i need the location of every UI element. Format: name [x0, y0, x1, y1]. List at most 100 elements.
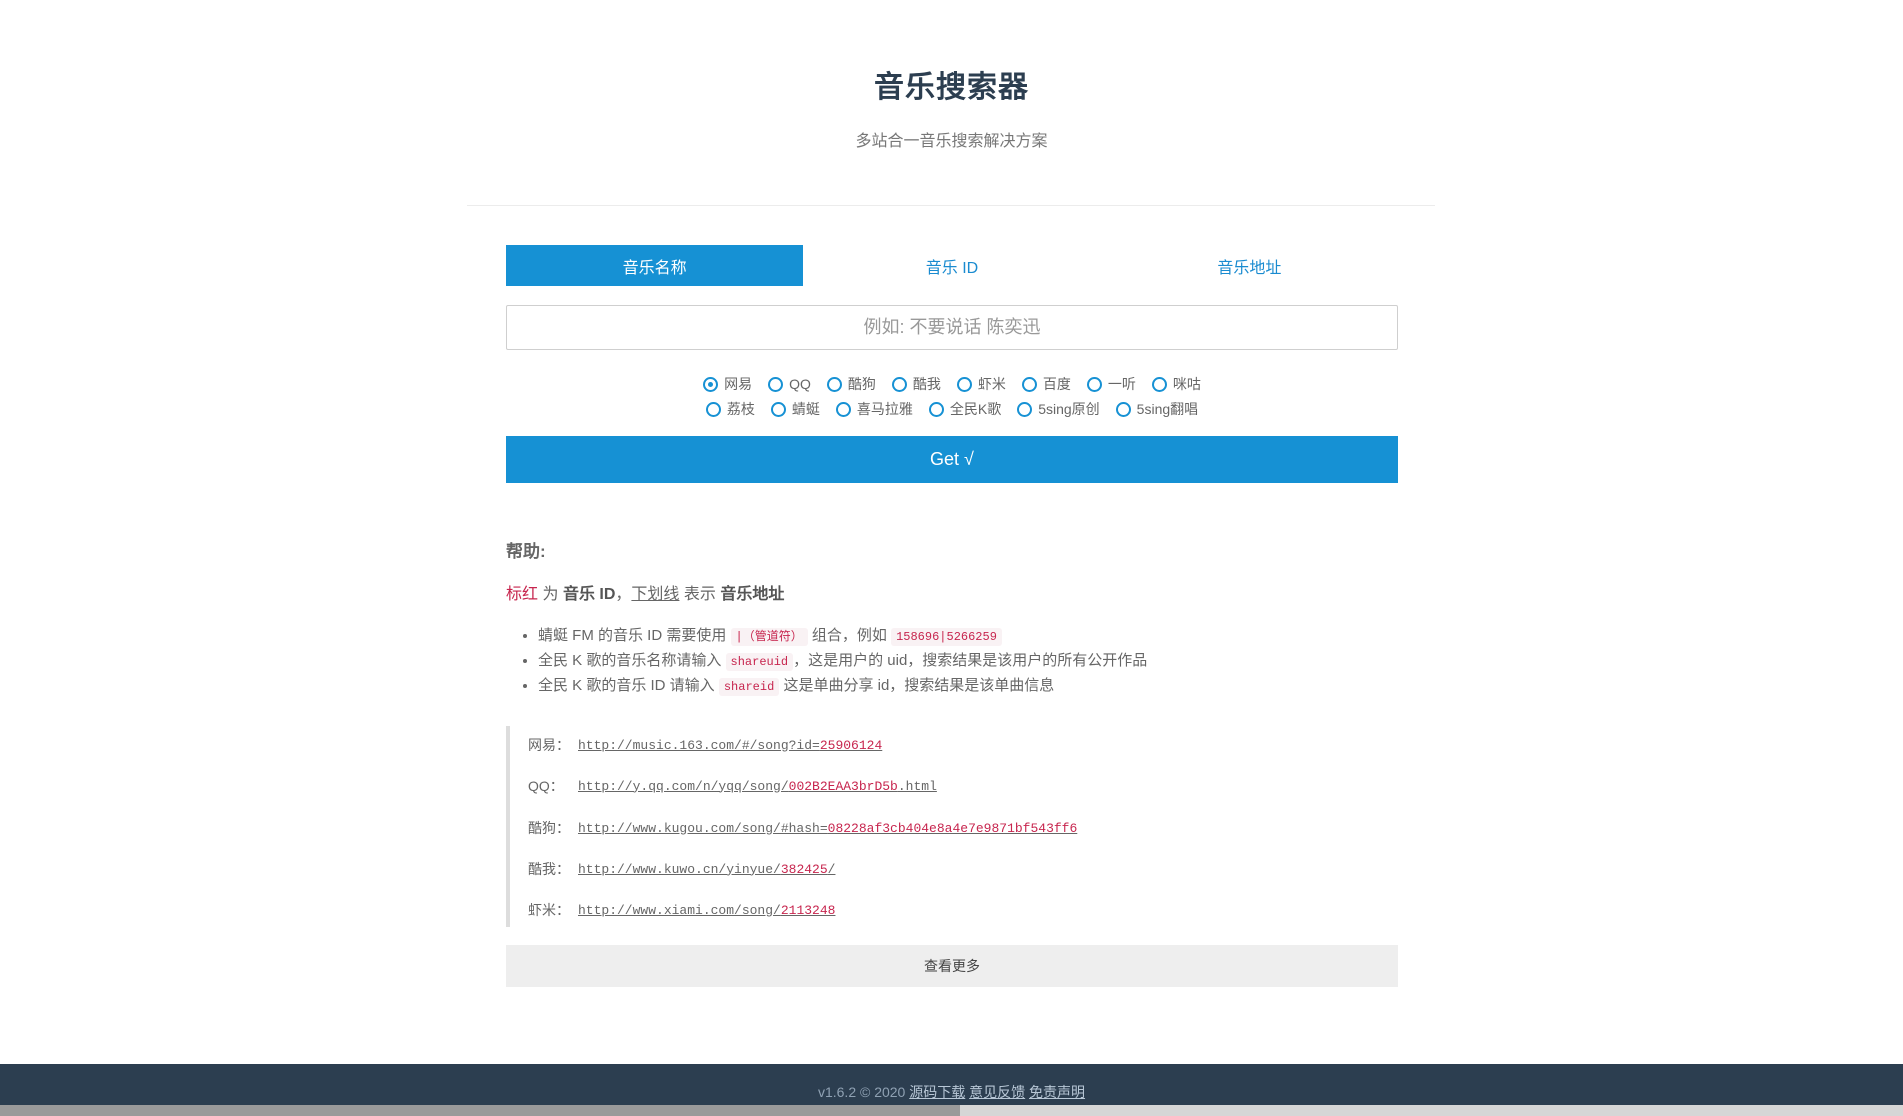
radio-kugou[interactable]: 酷狗: [826, 374, 876, 394]
example-link-netease[interactable]: http://music.163.com/#/song?id=25906124: [578, 738, 882, 753]
footer-feedback-link[interactable]: 意见反馈: [969, 1084, 1025, 1100]
radio-circle: [705, 401, 721, 417]
radio-kuwo[interactable]: 酷我: [891, 374, 941, 394]
footer-version: v1.6.2 © 2020: [817, 1084, 906, 1100]
help-sep: ，: [615, 586, 632, 603]
example-url-prefix: http://www.xiami.com/song/: [578, 902, 781, 918]
tip-text: 这是单曲分享 id，搜索结果是该单曲信息: [783, 677, 1055, 694]
view-more-button[interactable]: 查看更多: [506, 945, 1398, 987]
example-urls-quote: 网易： http://music.163.com/#/song?id=25906…: [506, 726, 1398, 927]
example-label: QQ：: [528, 778, 564, 794]
source-radio-row-2: 荔枝 蜻蜓 喜马拉雅 全民K歌 5sing原创 5sing翻唱: [506, 399, 1398, 419]
example-link-kuwo[interactable]: http://www.kuwo.cn/yinyue/382425/: [578, 862, 835, 877]
radio-label: 喜马拉雅: [856, 401, 913, 417]
radio-1ting[interactable]: 一听: [1086, 374, 1136, 394]
radio-circle: [1017, 401, 1033, 417]
help-underline-word: 下划线: [631, 586, 680, 603]
radio-circle: [891, 376, 907, 392]
radio-label: 荔枝: [726, 401, 755, 417]
radio-circle: [826, 376, 842, 392]
page-subtitle: 多站合一音乐搜索解决方案: [855, 133, 1048, 150]
tip-text: 蜻蜓 FM 的音乐 ID 需要使用: [538, 627, 727, 644]
example-link-xiami[interactable]: http://www.xiami.com/song/2113248: [578, 903, 835, 918]
radio-label: 虾米: [977, 376, 1006, 392]
radio-kg[interactable]: 全民K歌: [928, 399, 1002, 419]
search-box: [506, 305, 1398, 350]
footer-text: v1.6.2 © 2020 源码下载 意见反馈 免责声明: [0, 1082, 1903, 1102]
example-row: 虾米： http://www.xiami.com/song/2113248: [528, 900, 835, 920]
radio-5sing-original[interactable]: 5sing原创: [1017, 399, 1100, 419]
example-url-prefix: http://www.kuwo.cn/yinyue/: [578, 861, 781, 877]
help-means: 表示: [683, 586, 716, 603]
radio-label: QQ: [789, 376, 811, 392]
tab-music-url[interactable]: 音乐地址: [1101, 245, 1398, 286]
example-row: QQ： http://y.qq.com/n/yqq/song/002B2EAA3…: [528, 776, 937, 796]
radio-circle: [768, 376, 784, 392]
radio-circle: [1086, 376, 1102, 392]
radio-label: 酷我: [912, 376, 941, 392]
radio-xiami[interactable]: 虾米: [956, 374, 1006, 394]
radio-circle: [1021, 376, 1037, 392]
example-row: 酷我： http://www.kuwo.cn/yinyue/382425/: [528, 859, 835, 879]
radio-5sing-cover[interactable]: 5sing翻唱: [1115, 399, 1199, 419]
search-mode-tabs: 音乐名称 音乐 ID 音乐地址: [506, 245, 1398, 286]
radio-circle: [1115, 401, 1131, 417]
example-url-suffix: /: [827, 861, 836, 877]
example-label: 酷狗：: [528, 820, 570, 836]
page-title: 音乐搜索器: [874, 71, 1029, 104]
example-url-id: 08228af3cb404e8a4e7e9871bf543ff6: [827, 820, 1078, 836]
example-url-suffix: .html: [897, 778, 937, 794]
help-is: 为: [542, 586, 559, 603]
tip-code: |（管道符）: [730, 628, 808, 646]
help-tip: 全民 K 歌的音乐名称请输入 shareuid，这是用户的 uid，搜索结果是该…: [538, 648, 1147, 673]
radio-label: 酷狗: [847, 376, 876, 392]
radio-label: 全民K歌: [949, 401, 1002, 417]
radio-circle: [770, 401, 786, 417]
tip-code: 158696|5266259: [891, 628, 1002, 646]
example-url-id: 382425: [780, 861, 828, 877]
radio-circle: [928, 401, 944, 417]
radio-baidu[interactable]: 百度: [1021, 374, 1071, 394]
radio-migu[interactable]: 咪咕: [1151, 374, 1201, 394]
example-row: 网易： http://music.163.com/#/song?id=25906…: [528, 735, 882, 755]
radio-qingting[interactable]: 蜻蜓: [770, 399, 820, 419]
get-button[interactable]: Get √: [506, 436, 1398, 483]
tip-code: shareid: [718, 678, 780, 696]
example-link-kugou[interactable]: http://www.kugou.com/song/#hash=08228af3…: [578, 821, 1077, 836]
radio-circle: [835, 401, 851, 417]
header-divider: [467, 205, 1435, 206]
radio-circle: [1151, 376, 1167, 392]
radio-lizhi[interactable]: 荔枝: [705, 399, 755, 419]
radio-netease[interactable]: 网易: [703, 374, 752, 394]
help-music-id: 音乐 ID: [562, 586, 616, 603]
horizontal-scrollbar-thumb[interactable]: [0, 1105, 960, 1116]
example-label: 网易：: [528, 737, 570, 753]
example-url-prefix: http://y.qq.com/n/yqq/song/: [578, 778, 789, 794]
example-url-prefix: http://music.163.com/#/song?id=: [578, 737, 820, 753]
search-input[interactable]: [507, 305, 1397, 350]
radio-label: 5sing翻唱: [1136, 401, 1199, 417]
tab-music-name[interactable]: 音乐名称: [506, 245, 804, 286]
example-label: 酷我：: [528, 861, 570, 877]
example-url-id: 2113248: [780, 902, 836, 918]
radio-ximalaya[interactable]: 喜马拉雅: [835, 399, 913, 419]
example-url-prefix: http://www.kugou.com/song/#hash=: [578, 820, 828, 836]
radio-circle: [703, 376, 719, 392]
radio-label: 一听: [1107, 376, 1136, 392]
tip-text: 组合，例如: [811, 627, 887, 644]
tip-text: 全民 K 歌的音乐 ID 请输入: [538, 677, 715, 694]
footer-source-link[interactable]: 源码下载: [909, 1084, 965, 1100]
radio-label: 网易: [724, 376, 753, 392]
example-url-id: 25906124: [819, 737, 883, 753]
radio-circle: [956, 376, 972, 392]
radio-qq[interactable]: QQ: [768, 374, 811, 394]
help-red-word: 标红: [506, 586, 539, 603]
radio-label: 百度: [1042, 376, 1071, 392]
example-row: 酷狗： http://www.kugou.com/song/#hash=0822…: [528, 818, 1077, 838]
help-tip: 全民 K 歌的音乐 ID 请输入 shareid 这是单曲分享 id，搜索结果是…: [538, 673, 1147, 698]
footer-disclaimer-link[interactable]: 免责声明: [1029, 1084, 1085, 1100]
example-link-qq[interactable]: http://y.qq.com/n/yqq/song/002B2EAA3brD5…: [578, 779, 937, 794]
tab-music-id[interactable]: 音乐 ID: [803, 245, 1100, 286]
help-title: 帮助:: [506, 542, 546, 561]
help-tip: 蜻蜓 FM 的音乐 ID 需要使用 |（管道符） 组合，例如 158696|52…: [538, 623, 1147, 648]
